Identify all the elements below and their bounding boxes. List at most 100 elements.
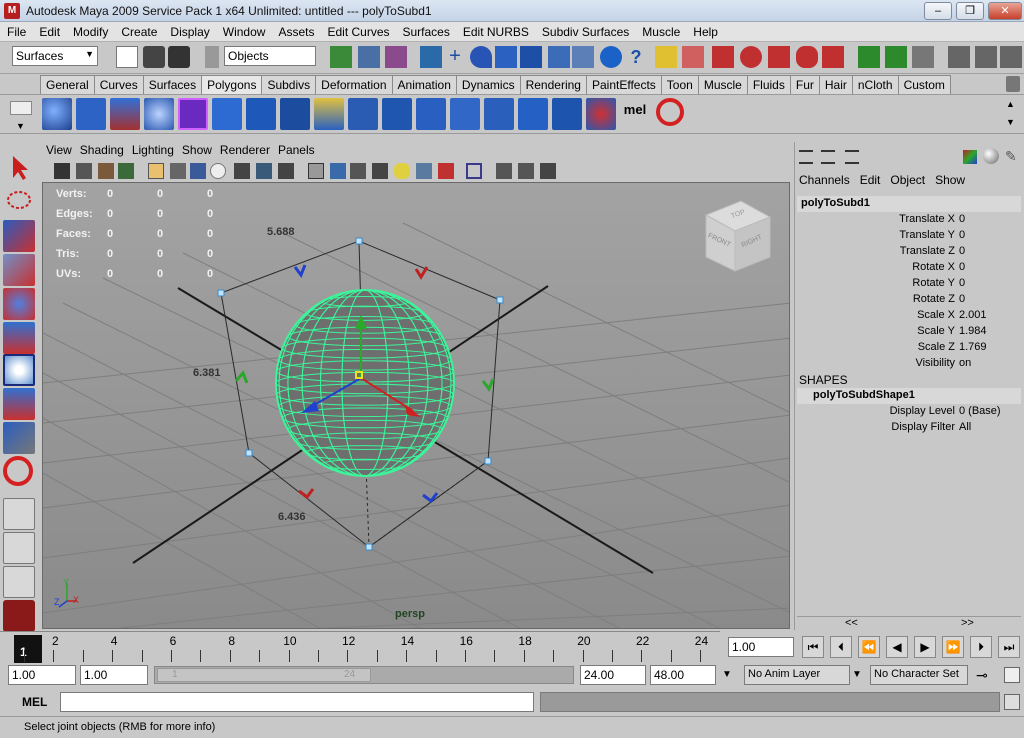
sphere-display-icon[interactable] xyxy=(983,148,999,164)
menu-file[interactable]: File xyxy=(0,22,32,42)
shelf-tab-hair[interactable]: Hair xyxy=(818,75,853,94)
reduce-icon[interactable] xyxy=(552,98,582,130)
go-to-start-button[interactable]: ⏮ xyxy=(802,636,824,658)
cb-menu-object[interactable]: Object xyxy=(890,173,925,187)
soft-modification-icon[interactable] xyxy=(3,388,35,420)
shelf-tab-curves[interactable]: Curves xyxy=(93,75,144,94)
single-pane-layout-icon[interactable] xyxy=(3,498,35,530)
film-gate-icon[interactable] xyxy=(170,163,186,179)
play-backward-button[interactable]: ◀ xyxy=(886,636,908,658)
sculpt-geometry-icon[interactable] xyxy=(586,98,616,130)
maximize-button[interactable]: ❒ xyxy=(956,2,984,20)
universal-manipulator-icon[interactable] xyxy=(3,354,35,386)
menu-edit[interactable]: Edit xyxy=(32,22,66,42)
menu-help[interactable]: Help xyxy=(686,22,724,42)
wireframe-on-shaded-icon[interactable] xyxy=(350,163,366,179)
attr-scale-y[interactable]: Scale Y 1.984 xyxy=(797,324,1021,340)
layer-editor-toggle-icon[interactable] xyxy=(821,150,835,164)
wireframe-icon[interactable] xyxy=(308,163,324,179)
shelf-tab-polygons[interactable]: Polygons xyxy=(201,75,263,94)
playback-end-field[interactable]: 24.00 xyxy=(580,665,646,685)
isolate-select-icon[interactable] xyxy=(466,163,482,179)
use-all-lights-icon[interactable] xyxy=(394,163,410,179)
node-name[interactable]: polyToSubd1 xyxy=(797,196,1021,212)
attr-translate-x[interactable]: Translate X0 xyxy=(797,212,1021,228)
paint-selection-icon[interactable] xyxy=(3,220,35,252)
attr-display-level[interactable]: Display Level 0 (Base) xyxy=(797,404,1021,420)
poly-cube-icon[interactable] xyxy=(76,98,106,130)
attr-rotate-z[interactable]: Rotate Z0 xyxy=(797,292,1021,308)
select-by-misc-icon[interactable] xyxy=(600,46,622,68)
cb-menu-show[interactable]: Show xyxy=(935,173,965,187)
anim-layer-menu-icon[interactable]: ▼ xyxy=(722,669,732,680)
minimize-button[interactable]: – xyxy=(924,2,952,20)
select-by-rendering-icon[interactable] xyxy=(572,46,594,68)
attr-rotate-x[interactable]: Rotate X0 xyxy=(797,260,1021,276)
animation-start-field[interactable]: 1.00 xyxy=(8,665,76,685)
step-back-key-button[interactable]: ⏪ xyxy=(858,636,880,658)
menu-edit-curves[interactable]: Edit Curves xyxy=(320,22,395,42)
selection-mask-icon[interactable] xyxy=(205,46,219,68)
render-current-frame-icon[interactable] xyxy=(948,46,970,68)
four-pane-layout-icon[interactable] xyxy=(3,532,35,564)
preferences-icon[interactable] xyxy=(1004,667,1020,683)
scale-tool-icon[interactable] xyxy=(3,322,35,354)
field-chart-icon[interactable] xyxy=(234,163,250,179)
select-by-surface-icon[interactable] xyxy=(495,46,517,68)
selection-mode-dropdown[interactable]: Objects xyxy=(224,46,316,66)
shelf-tab-painteffects[interactable]: PaintEffects xyxy=(585,75,662,94)
poly-plane-icon[interactable] xyxy=(178,98,208,130)
auto-key-icon[interactable]: ⊸ xyxy=(976,667,988,684)
panel-menu-shading[interactable]: Shading xyxy=(76,141,128,157)
command-language-label[interactable]: MEL xyxy=(22,695,47,709)
panel-menu-panels[interactable]: Panels xyxy=(274,141,319,157)
append-polygon-icon[interactable] xyxy=(348,98,378,130)
shelf-tab-rendering[interactable]: Rendering xyxy=(519,75,587,94)
high-quality-icon[interactable] xyxy=(438,163,454,179)
shelf-scroll-down-icon[interactable]: ▼ xyxy=(1006,117,1015,127)
channel-box-toggle-icon[interactable] xyxy=(799,150,813,164)
component-mode-icon[interactable] xyxy=(385,46,407,68)
attr-translate-z[interactable]: Translate Z0 xyxy=(797,244,1021,260)
shelf-tab-surfaces[interactable]: Surfaces xyxy=(142,75,203,94)
step-forward-frame-button[interactable]: ⏵ xyxy=(970,636,992,658)
panel-menu-renderer[interactable]: Renderer xyxy=(216,141,274,157)
nav-left-button[interactable]: << xyxy=(845,617,858,629)
bridge-icon[interactable] xyxy=(314,98,344,130)
last-tool-used-icon[interactable] xyxy=(3,456,33,486)
resolution-gate-icon[interactable] xyxy=(190,163,206,179)
range-slider-track[interactable]: 1 24 xyxy=(154,666,574,684)
image-plane-icon[interactable] xyxy=(118,163,134,179)
shelf-tab-custom[interactable]: Custom xyxy=(897,75,951,94)
make-live-icon[interactable] xyxy=(822,46,844,68)
hierarchy-mode-icon[interactable] xyxy=(330,46,352,68)
smooth-icon[interactable] xyxy=(518,98,548,130)
select-by-deformation-icon[interactable] xyxy=(520,46,542,68)
perspective-viewport[interactable]: Verts: Edges: Faces: Tris: UVs: 000 000 … xyxy=(42,182,790,629)
mel-command-input[interactable] xyxy=(60,692,534,712)
input-output-icon[interactable] xyxy=(858,46,880,68)
snap-to-point-icon[interactable] xyxy=(768,46,790,68)
shelf-options-icon[interactable] xyxy=(10,101,32,115)
menu-display[interactable]: Display xyxy=(163,22,215,42)
pin-icon[interactable]: ✎ xyxy=(1005,148,1021,164)
snap-to-view-plane-icon[interactable] xyxy=(796,46,818,68)
object-mode-icon[interactable] xyxy=(358,46,380,68)
select-camera-icon[interactable] xyxy=(54,163,70,179)
anim-layer-field[interactable]: No Anim Layer xyxy=(744,665,850,685)
hud-toggle-icon[interactable] xyxy=(496,163,512,179)
animation-end-field[interactable]: 48.00 xyxy=(650,665,716,685)
select-by-dynamics-icon[interactable] xyxy=(548,46,570,68)
shelf-menu-chevron-icon[interactable]: ▼ xyxy=(16,121,25,131)
menuset-dropdown[interactable]: Surfaces ▼ xyxy=(12,46,98,66)
menu-subdiv-surfaces[interactable]: Subdiv Surfaces xyxy=(535,22,635,42)
select-tool-icon[interactable] xyxy=(3,152,35,184)
lasso-tool-icon[interactable] xyxy=(3,186,35,218)
close-button[interactable]: ✕ xyxy=(988,2,1022,20)
bookmarks-icon[interactable] xyxy=(98,163,114,179)
attr-scale-x[interactable]: Scale X 2.001 xyxy=(797,308,1021,324)
offset-edge-loop-icon[interactable] xyxy=(450,98,480,130)
current-frame-marker[interactable]: 1 xyxy=(14,635,42,663)
separate-icon[interactable] xyxy=(246,98,276,130)
poly-sphere-icon[interactable] xyxy=(42,98,72,130)
